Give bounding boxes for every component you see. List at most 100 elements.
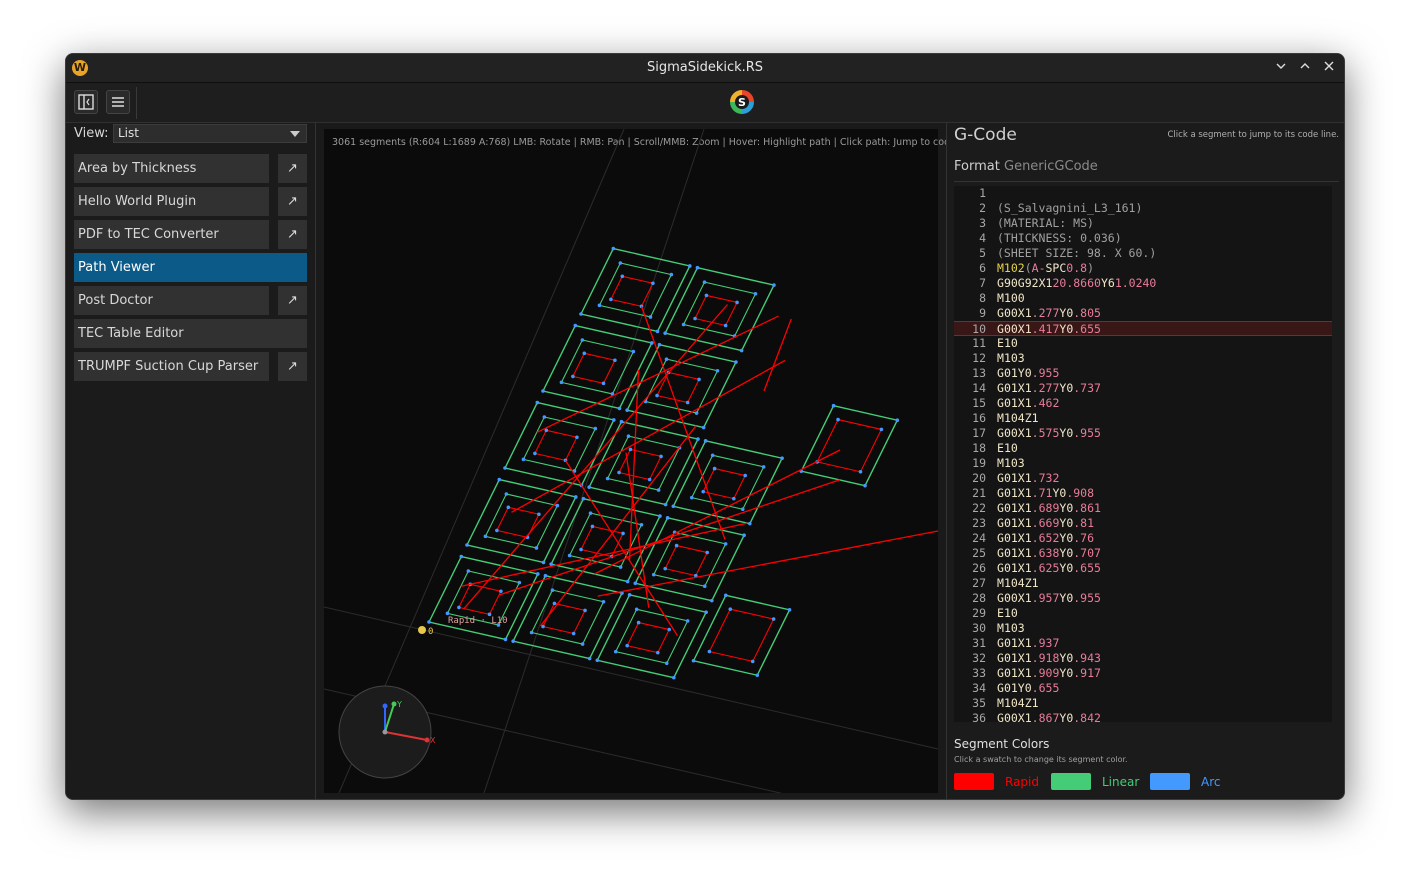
rapid-segment [460, 522, 748, 588]
arc-segment [459, 554, 464, 559]
linear-segment [512, 574, 623, 660]
code-line[interactable]: 1 [954, 186, 1332, 201]
code-line[interactable]: 12 M103 [954, 351, 1332, 366]
code-line[interactable]: 27 M104Z1 [954, 576, 1332, 591]
code-line[interactable]: 16 M104Z1 [954, 411, 1332, 426]
code-line[interactable]: 31 G01X1.937 [954, 636, 1332, 651]
code-text: E10 [997, 606, 1018, 620]
arc-segment [595, 658, 600, 663]
open-external-icon[interactable]: ↗ [278, 154, 307, 183]
view-mode-select[interactable]: List [113, 124, 307, 143]
arc-segment [667, 627, 671, 632]
toolpath-canvas[interactable]: 0 Rapid · L10 X Y [324, 129, 938, 793]
code-line[interactable]: 5 (SHEET SIZE: 98. X 60.) [954, 246, 1332, 261]
menu-button[interactable] [106, 90, 130, 114]
code-line[interactable]: 21 G01X1.71Y0.908 [954, 486, 1332, 501]
code-line[interactable]: 35 M104Z1 [954, 696, 1332, 711]
code-line[interactable]: 20 G01X1.732 [954, 471, 1332, 486]
code-line[interactable]: 26 G01X1.625Y0.655 [954, 561, 1332, 576]
minimize-icon[interactable] [1272, 58, 1290, 78]
code-text: (S_Salvagnini_L3_161) [997, 201, 1143, 215]
arc-segment [613, 649, 618, 654]
open-external-icon[interactable]: ↗ [278, 352, 307, 381]
arc-segment [503, 637, 508, 642]
arc-segment [573, 323, 578, 328]
arc-segment [543, 573, 548, 578]
arc-segment [650, 341, 654, 345]
code-line[interactable]: 22 G01X1.689Y0.861 [954, 501, 1332, 516]
format-value: GenericGCode [1004, 159, 1098, 174]
arc-segment [597, 303, 602, 308]
arc-segment [836, 417, 840, 422]
arc-segment [445, 611, 450, 616]
plugin-item-area-by-thickness[interactable]: Area by Thickness [74, 154, 269, 183]
code-line[interactable]: 3 (MATERIAL: MS) [954, 216, 1332, 231]
linear-color-swatch[interactable] [1051, 773, 1091, 790]
code-line[interactable]: 30 M103 [954, 621, 1332, 636]
code-line[interactable]: 17 G00X1.575Y0.955 [954, 426, 1332, 441]
linear-segment [427, 555, 539, 641]
open-external-icon[interactable]: ↗ [278, 187, 307, 216]
code-line[interactable]: 28 G00X1.957Y0.955 [954, 591, 1332, 606]
plugin-item-tec-table-editor[interactable]: TEC Table Editor [74, 319, 307, 348]
code-line[interactable]: 34 G01Y0.655 [954, 681, 1332, 696]
code-text: E10 [997, 441, 1018, 455]
orientation-gizmo[interactable]: X Y [338, 685, 436, 779]
code-line[interactable]: 32 G01X1.918Y0.943 [954, 651, 1332, 666]
code-line[interactable]: 15 G01X1.462 [954, 396, 1332, 411]
code-line[interactable]: 29 E10 [954, 606, 1332, 621]
arc-segment [723, 542, 728, 546]
code-line[interactable]: 8 M100 [954, 291, 1332, 306]
linear-segment [503, 401, 615, 487]
code-line[interactable]: 9 G00X1.277Y0.805 [954, 306, 1332, 321]
code-line[interactable]: 11 E10 [954, 336, 1332, 351]
open-external-icon[interactable]: ↗ [278, 286, 307, 315]
plugin-item-hello-world[interactable]: Hello World Plugin [74, 187, 269, 216]
gcode-editor[interactable]: 1 2 (S_Salvagnini_L3_161) 3 (MATERIAL: MS) 4 (… [954, 186, 1332, 722]
code-line[interactable]: 18 E10 [954, 441, 1332, 456]
plugin-item-pdf-to-tec[interactable]: PDF to TEC Converter [74, 220, 269, 249]
code-line[interactable]: 7 G90G92X120.8660Y61.0240 [954, 276, 1332, 291]
code-line[interactable]: 14 G01X1.277Y0.737 [954, 381, 1332, 396]
format-divider [954, 181, 1339, 182]
code-line[interactable]: 13 G01Y0.955 [954, 366, 1332, 381]
code-line[interactable]: 6 M102(A-SPC0.8) [954, 261, 1332, 276]
code-text: E10 [997, 336, 1018, 350]
maximize-icon[interactable] [1296, 58, 1314, 78]
linear-segment [541, 324, 653, 410]
arc-segment [550, 588, 555, 592]
arc-segment [693, 316, 697, 321]
plugin-item-trumpf-suction-cup[interactable]: TRUMPF Suction Cup Parser [74, 352, 269, 381]
code-line[interactable]: 10 G00X1.417Y0.655 [954, 321, 1332, 336]
plugin-item-post-doctor[interactable]: Post Doctor [74, 286, 269, 315]
path-viewport-3d[interactable]: 3061 segments (R:604 L:1689 A:768) LMB: … [324, 129, 956, 793]
code-text: G01X1.918Y0.943 [997, 651, 1101, 665]
linear-segment [560, 339, 635, 395]
code-line[interactable]: 23 G01X1.669Y0.81 [954, 516, 1332, 531]
code-line[interactable]: 33 G01X1.909Y0.917 [954, 666, 1332, 681]
code-line[interactable]: 24 G01X1.652Y0.76 [954, 531, 1332, 546]
toggle-sidebar-button[interactable] [74, 90, 98, 114]
arc-color-swatch[interactable] [1150, 773, 1190, 790]
code-line[interactable]: 19 M103 [954, 456, 1332, 471]
arc-segment [656, 650, 660, 655]
title-bar[interactable]: W SigmaSidekick.RS [66, 54, 1344, 83]
arc-segment [628, 447, 633, 452]
code-line[interactable]: 4 (THICKNESS: 0.036) [954, 231, 1332, 246]
toolpath-segments[interactable] [427, 246, 938, 680]
plugin-item-path-viewer[interactable]: Path Viewer [74, 253, 307, 282]
close-icon[interactable] [1320, 58, 1338, 78]
open-external-icon[interactable]: ↗ [278, 220, 307, 249]
arc-color-label: Arc [1201, 775, 1221, 789]
code-line[interactable]: 2 (S_Salvagnini_L3_161) [954, 201, 1332, 216]
linear-segment [682, 281, 757, 337]
arc-segment [590, 524, 595, 529]
arc-segment [689, 495, 694, 500]
code-line[interactable]: 25 G01X1.638Y0.707 [954, 546, 1332, 561]
code-line[interactable]: 36 G00X1.867Y0.842 [954, 711, 1332, 722]
arc-segment [734, 360, 738, 364]
rapid-color-swatch[interactable] [954, 773, 994, 790]
arc-segment [611, 246, 616, 251]
arc-segment [663, 566, 667, 571]
arc-segment [495, 528, 499, 533]
